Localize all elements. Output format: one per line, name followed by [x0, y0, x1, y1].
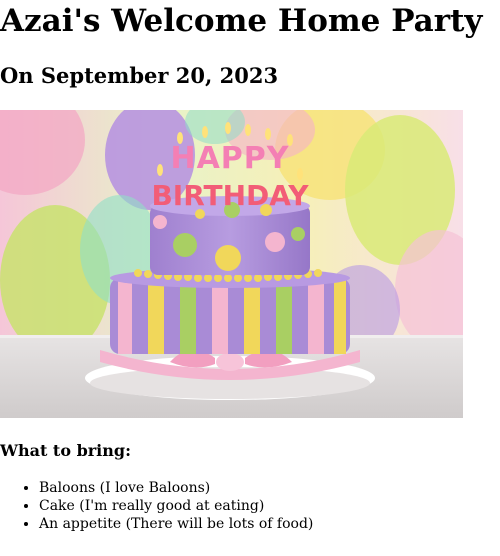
party-page: Azai's Welcome Home Party On September 2…: [0, 0, 500, 556]
list-item: An appetite (There will be lots of food): [39, 515, 313, 533]
date-heading: On September 20, 2023: [0, 63, 279, 88]
bring-heading: What to bring:: [0, 441, 131, 460]
candle-text-bottom: BIRTHDAY: [151, 179, 309, 212]
candle-text-top: HAPPY: [170, 141, 289, 176]
bring-list: Baloons (I love Baloons) Cake (I'm reall…: [0, 479, 313, 533]
cake-image: HAPPY BIRTHDAY: [0, 110, 463, 418]
list-item: Cake (I'm really good at eating): [39, 497, 313, 515]
list-item: Baloons (I love Baloons): [39, 479, 313, 497]
page-title: Azai's Welcome Home Party: [0, 3, 483, 39]
